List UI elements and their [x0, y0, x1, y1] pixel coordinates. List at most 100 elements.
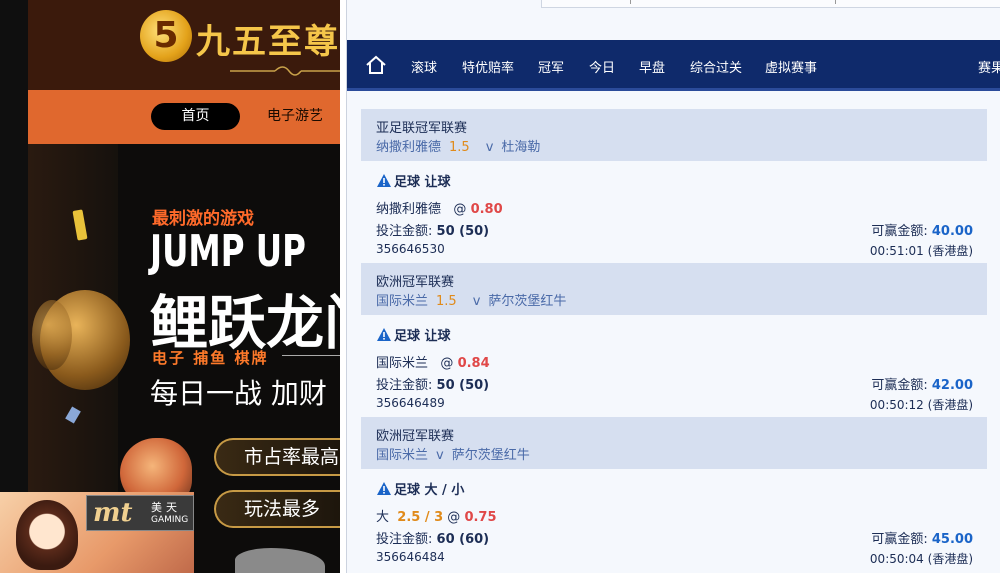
casino-promo-site: 5 九五至尊 首页 电子游艺 最刺激的游戏 JUMP UP 鲤跃龙门 电子 捕鱼…: [0, 0, 340, 573]
badge-market-share: 市占率最高: [214, 438, 340, 476]
bet-time: 00:50:12 (香港盘): [869, 398, 973, 412]
badge-most-gameplay: 玩法最多: [214, 490, 340, 528]
bet-type-label: 足球 让球: [394, 175, 451, 190]
tick-mark: [630, 0, 631, 4]
tab-outright[interactable]: 冠军: [538, 57, 564, 76]
odds-value: 0.75: [464, 510, 497, 525]
mt-logo-en: GAMING: [151, 515, 189, 525]
tab-parlay[interactable]: 综合过关: [690, 57, 742, 76]
stake-label: 投注金额:: [376, 378, 433, 393]
stake-label: 投注金额:: [376, 224, 433, 239]
nav-slots-link[interactable]: 电子游艺: [267, 103, 323, 130]
handicap-value: 1.5: [449, 140, 470, 155]
vs-label: v: [436, 448, 444, 463]
ticket-id: 356646484: [376, 550, 445, 564]
stake-value: 60 (60): [436, 532, 490, 547]
stake-amount: 投注金额: 50 (50): [376, 374, 489, 393]
bet-history-panel: 滚球 特优赔率 冠军 今日 早盘 综合过关 虚拟赛事 赛果 亚足联冠军联赛 纳撒…: [340, 0, 1000, 573]
banner-divider: [282, 355, 340, 356]
character-avatar: [16, 500, 78, 570]
stake-amount: 投注金额: 60 (60): [376, 528, 489, 547]
vs-label: v: [485, 140, 494, 155]
panel-separator: [340, 0, 347, 573]
bet-record: 足球 让球 国际米兰 @ 0.84 投注金额: 50 (50) 可赢金额: 42…: [361, 325, 987, 415]
tab-today[interactable]: 今日: [589, 57, 615, 76]
pick-team: 国际米兰: [376, 356, 429, 371]
at-sign: @: [447, 510, 461, 525]
stake-amount: 投注金额: 50 (50): [376, 220, 489, 239]
banner-title-en: JUMP UP: [150, 226, 306, 277]
potential-win: 可赢金额: 45.00: [871, 528, 973, 547]
bet-type-label: 足球 大 / 小: [394, 483, 465, 498]
warning-icon: [377, 328, 391, 341]
match-teams: 纳撒利雅德 1.5 v 杜海勒: [376, 136, 540, 155]
home-team: 国际米兰: [376, 448, 429, 463]
league-name: 亚足联冠军联赛: [376, 121, 468, 136]
left-edge: [0, 0, 28, 573]
league-name: 欧洲冠军联赛: [376, 275, 455, 290]
at-sign: @: [453, 202, 467, 217]
sports-nav-bar: 滚球 特优赔率 冠军 今日 早盘 综合过关 虚拟赛事 赛果: [347, 40, 1000, 91]
pick-team: 大: [376, 510, 390, 525]
win-label: 可赢金额:: [871, 224, 928, 239]
match-header: 欧洲冠军联赛 国际米兰 1.5 v 萨尔茨堡红牛: [361, 263, 987, 315]
mt-gaming-logo[interactable]: mt 美天 GAMING: [86, 495, 194, 531]
tick-mark: [835, 0, 836, 4]
pick-line: 2.5 / 3: [397, 510, 444, 525]
pick-team: 纳撒利雅德: [376, 202, 442, 217]
tab-best-odds[interactable]: 特优赔率: [462, 57, 514, 76]
bet-selection: 大 2.5 / 3 @ 0.75: [376, 506, 497, 525]
warning-icon: [377, 482, 391, 495]
win-value: 42.00: [931, 378, 973, 393]
site-logo-text[interactable]: 九五至尊: [196, 14, 340, 63]
ticket-id: 356646530: [376, 242, 445, 256]
top-input-box: [541, 0, 1000, 8]
stake-label: 投注金额:: [376, 532, 433, 547]
banner-slogan: 每日一战 加财: [150, 377, 327, 410]
at-sign: @: [440, 356, 454, 371]
tab-virtual[interactable]: 虚拟赛事: [765, 57, 817, 76]
potential-win: 可赢金额: 42.00: [871, 374, 973, 393]
bet-time: 00:51:01 (香港盘): [869, 244, 973, 258]
match-header: 亚足联冠军联赛 纳撒利雅德 1.5 v 杜海勒: [361, 109, 987, 161]
tab-early[interactable]: 早盘: [639, 57, 665, 76]
bet-record: 足球 让球 纳撒利雅德 @ 0.80 投注金额: 50 (50) 可赢金额: 4…: [361, 171, 987, 261]
match-header: 欧洲冠军联赛 国际米兰 v 萨尔茨堡红牛: [361, 417, 987, 469]
bet-type: 足球 让球: [376, 171, 451, 190]
ticket-id: 356646489: [376, 396, 445, 410]
win-value: 45.00: [931, 532, 973, 547]
win-value: 40.00: [931, 224, 973, 239]
bet-type-label: 足球 让球: [394, 329, 451, 344]
away-team: 杜海勒: [501, 140, 541, 155]
bet-record: 足球 大 / 小 大 2.5 / 3 @ 0.75 投注金额: 60 (60) …: [361, 479, 987, 569]
warning-icon: [377, 174, 391, 187]
bet-selection: 国际米兰 @ 0.84: [376, 352, 490, 371]
tab-live[interactable]: 滚球: [411, 57, 437, 76]
win-label: 可赢金额:: [871, 378, 928, 393]
bet-time: 00:50:04 (香港盘): [869, 552, 973, 566]
mt-logo-cn: 美天: [151, 501, 181, 514]
logo-ornament-icon: [230, 66, 340, 76]
home-icon[interactable]: [365, 54, 387, 76]
home-team: 纳撒利雅德: [376, 140, 442, 155]
bet-type: 足球 大 / 小: [376, 479, 464, 498]
bet-type: 足球 让球: [376, 325, 451, 344]
stake-value: 50 (50): [436, 224, 490, 239]
away-team: 萨尔茨堡红牛: [488, 294, 567, 309]
mt-logo-mark: mt: [93, 498, 133, 528]
odds-value: 0.84: [457, 356, 490, 371]
potential-win: 可赢金额: 40.00: [871, 220, 973, 239]
stake-value: 50 (50): [436, 378, 490, 393]
site-logo-icon[interactable]: 5: [140, 10, 192, 62]
nav-home-link[interactable]: 首页: [151, 103, 240, 130]
bet-selection: 纳撒利雅德 @ 0.80: [376, 198, 503, 217]
gold-coin-icon: [32, 300, 72, 370]
handicap-value: 1.5: [436, 294, 457, 309]
home-team: 国际米兰: [376, 294, 429, 309]
league-name: 欧洲冠军联赛: [376, 429, 455, 444]
banner-categories: 电子 捕鱼 棋牌: [152, 349, 269, 367]
match-teams: 国际米兰 1.5 v 萨尔茨堡红牛: [376, 290, 566, 309]
vs-label: v: [472, 294, 481, 309]
tab-results[interactable]: 赛果: [978, 57, 1000, 76]
top-toolbar: [347, 0, 1000, 40]
